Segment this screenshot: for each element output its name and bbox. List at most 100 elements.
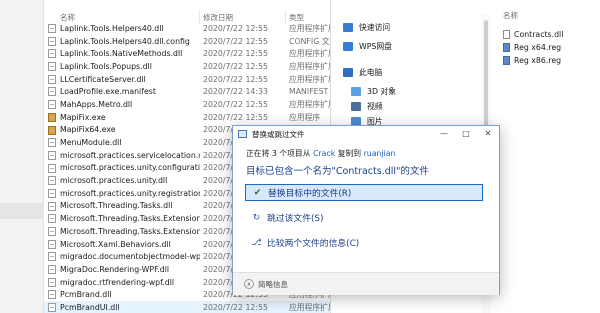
file-row[interactable]: Reg x86.reg (503, 54, 563, 67)
file-row[interactable]: MahApps.Metro.dll 2020/7/22 12:55 应用程序扩展 (44, 98, 340, 111)
dll-file-icon (48, 49, 56, 59)
subline-mid: 复制到 (337, 149, 362, 158)
file-name: Reg x64.reg (514, 43, 562, 52)
file-name: PcmBrand.dll (60, 290, 112, 300)
dll-file-icon (48, 176, 56, 186)
compare-option-label: 比较两个文件的信息(C) (267, 239, 360, 249)
check-icon: ✔ (253, 187, 262, 198)
destination-folder-link[interactable]: ruanjian (364, 149, 396, 158)
fewer-details-link[interactable]: 简略信息 (258, 279, 288, 290)
dll-file-icon (48, 201, 56, 211)
file-name: microsoft.practices.unity.dll (60, 176, 168, 186)
dialog-footer: ∧ 简略信息 (233, 272, 499, 295)
file-date: 2020/7/22 12:55 (203, 112, 268, 122)
file-row[interactable]: Contracts.dll (503, 28, 563, 41)
scrollbar-thumb[interactable] (484, 20, 488, 130)
file-name: Laplink.Tools.Helpers40.dll.config (60, 36, 190, 46)
nav-item-label: 此电脑 (359, 67, 383, 77)
file-date: 2020/7/22 12:55 (203, 99, 268, 109)
manifest-file-icon (48, 87, 56, 97)
maximize-button[interactable]: □ (455, 126, 477, 142)
file-row[interactable]: LLCertificateServer.dll 2020/7/22 12:55 应用… (44, 73, 340, 86)
star-icon (343, 22, 353, 32)
nav-item[interactable]: WPS网盘 (343, 39, 392, 53)
skip-option-label: 跳过该文件(S) (267, 214, 324, 224)
file-row[interactable]: PcmBrandUI.dll 2020/7/22 12:55 应用程序扩展 (44, 301, 340, 313)
column-header-name[interactable]: 名称 (60, 12, 200, 23)
file-row[interactable]: Laplink.Tools.Helpers40.dll.config 2020/7… (44, 35, 340, 48)
file-row[interactable]: Reg x64.reg (503, 41, 563, 54)
skip-icon: ↻ (252, 212, 261, 223)
compare-option[interactable]: ⎇ 比较两个文件的信息(C) (245, 234, 483, 251)
file-name: Laplink.Tools.NativeMethods.dll (60, 49, 183, 59)
skip-option[interactable]: ↻ 跳过该文件(S) (245, 209, 483, 226)
dll-file-icon (48, 100, 56, 110)
file-name: Reg x86.reg (514, 56, 562, 65)
file-name: Microsoft.Threading.Tasks.dll (60, 201, 173, 211)
file-row[interactable]: LoadProfile.exe.manifest 2020/7/22 14:33 M… (44, 85, 346, 98)
nav-item[interactable]: 3D 对象 (351, 84, 396, 98)
nav-item[interactable]: 此电脑 (343, 65, 382, 79)
exe-file-icon (48, 112, 56, 122)
dialog-titlebar[interactable]: 替换或跳过文件 — □ ✕ (233, 126, 499, 142)
file-name: MahApps.Metro.dll (60, 99, 133, 109)
file-row[interactable]: Laplink.Tools.Popups.dll 2020/7/22 12:55 应… (44, 60, 340, 73)
file-name: MapiFix64.exe (60, 125, 116, 135)
file-date: 2020/7/22 14:33 (203, 87, 268, 97)
dll-file-icon (48, 214, 56, 224)
dll-file-icon (48, 303, 56, 313)
dll-file-icon (48, 163, 56, 173)
file-name: migradoc.documentobjectmodel-wpf... (60, 252, 200, 262)
source-folder-link[interactable]: Crack (313, 149, 335, 158)
background-selected-item (0, 203, 44, 219)
nav-item-label: 快速访问 (359, 22, 391, 32)
file-row[interactable]: Laplink.Tools.NativeMethods.dll 2020/7/22… (44, 47, 340, 60)
nav-item-label: 3D 对象 (367, 86, 397, 96)
file-name: migradoc.rtfrendering-wpf.dll (60, 277, 175, 287)
file-row[interactable]: Laplink.Tools.Helpers40.dll 2020/7/22 12:… (44, 22, 340, 35)
dll-file-icon (48, 265, 56, 275)
column-header-name-right[interactable]: 名称 (503, 10, 518, 21)
conflict-message: 目标已包含一个名为"Contracts.dll"的文件 (246, 166, 429, 177)
nav-item[interactable]: 视频 (351, 99, 383, 113)
nav-item[interactable]: 快速访问 (343, 20, 390, 34)
dll-file-icon (48, 239, 56, 249)
file-name: microsoft.practices.unity.configuration.… (60, 163, 200, 173)
file-name: microsoft.practices.unity.registration..… (60, 188, 200, 198)
dll-file-icon (48, 277, 56, 287)
nav-item-label: 视频 (367, 101, 383, 111)
replace-option[interactable]: ✔ 替换目标中的文件(R) (245, 184, 483, 201)
exe-file-icon (48, 125, 56, 135)
file-name: MenuModule.dll (60, 138, 122, 148)
dll-file-icon (48, 62, 56, 72)
file-name: Contracts.dll (514, 30, 564, 39)
close-button[interactable]: ✕ (477, 126, 499, 142)
copy-icon (238, 130, 247, 138)
file-row[interactable]: MapiFix.exe 2020/7/22 12:55 应用程序 (44, 111, 340, 124)
file-name: microsoft.practices.servicelocation.dll (60, 150, 200, 160)
dll-file-icon (48, 252, 56, 262)
file-name: LLCertificateServer.dll (60, 74, 146, 84)
compare-icon: ⎇ (251, 237, 262, 248)
minimize-button[interactable]: — (433, 126, 455, 142)
chevron-down-icon[interactable]: ∧ (244, 279, 254, 289)
background-window-strip (0, 0, 44, 313)
nav-item-label: WPS网盘 (359, 41, 392, 51)
dll-file-icon (48, 24, 56, 33)
computer-icon (343, 67, 353, 77)
replace-option-label: 替换目标中的文件(R) (268, 189, 352, 199)
file-name: Microsoft.Threading.Tasks.Extension... (60, 214, 200, 224)
file-date: 2020/7/22 12:55 (203, 49, 268, 59)
file-name: LoadProfile.exe.manifest (60, 87, 156, 97)
file-date: 2020/7/22 12:55 (203, 61, 268, 71)
video-icon (351, 101, 361, 111)
config-file-icon (48, 36, 56, 46)
file-name: MapiFix.exe (60, 112, 106, 122)
copy-progress-text: 正在将 3 个项目从 Crack 复制到 ruanjian (246, 148, 396, 159)
dll-file-icon (48, 227, 56, 236)
dll-file-icon (503, 30, 510, 39)
column-header-date[interactable]: 修改日期 (203, 12, 287, 23)
cloud-icon (343, 41, 353, 51)
dll-file-icon (48, 74, 56, 84)
dll-file-icon (48, 290, 56, 300)
